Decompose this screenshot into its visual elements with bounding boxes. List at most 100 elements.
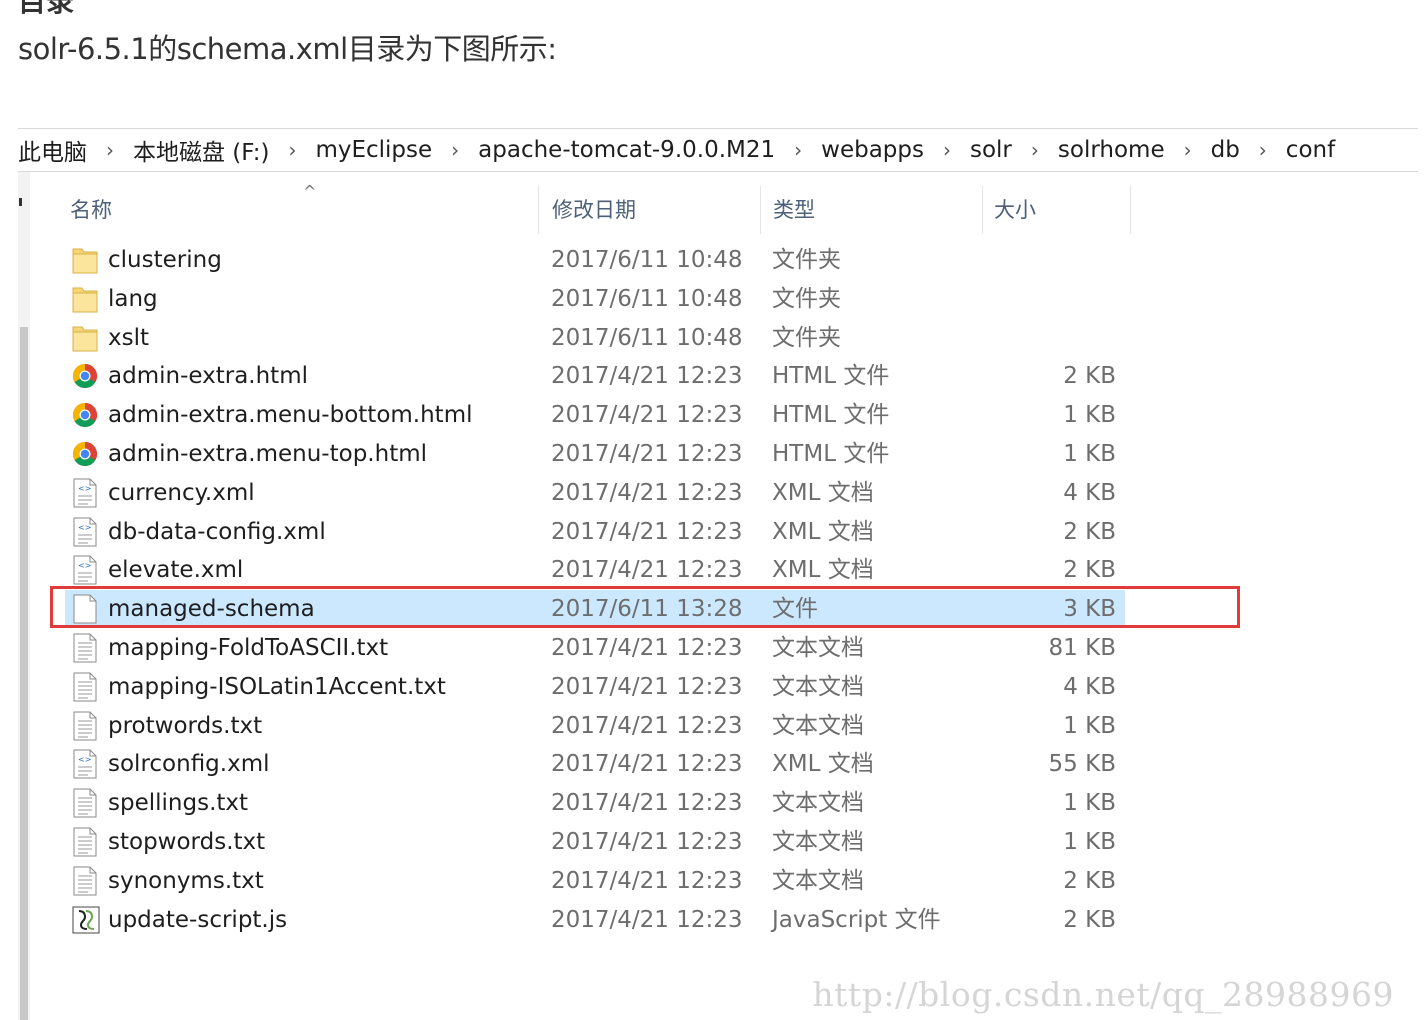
file-name[interactable]: mapping-ISOLatin1Accent.txt bbox=[108, 668, 446, 707]
chevron-right-icon[interactable]: › bbox=[924, 138, 970, 162]
file-row[interactable]: managed-schema 2017/6/11 13:28 文件 3 KB bbox=[30, 586, 1428, 629]
file-date: 2017/4/21 12:23 bbox=[551, 867, 743, 894]
column-header-name[interactable]: 名称 bbox=[70, 172, 112, 234]
file-name[interactable]: admin-extra.html bbox=[108, 357, 308, 396]
file-row[interactable]: <> db-data-config.xml 2017/4/21 12:23 XML 文… bbox=[30, 513, 1428, 552]
file-type: HTML 文件 bbox=[772, 402, 890, 429]
file-size: 2 KB bbox=[1063, 557, 1116, 584]
column-divider[interactable] bbox=[538, 186, 539, 234]
file-row[interactable]: mapping-FoldToASCII.txt 2017/4/21 12:23 文本… bbox=[30, 629, 1428, 668]
breadcrumb-item[interactable]: 此电脑 bbox=[18, 133, 87, 167]
file-date: 2017/4/21 12:23 bbox=[551, 441, 743, 467]
chevron-right-icon[interactable]: › bbox=[432, 138, 478, 162]
file-row[interactable]: admin-extra.menu-bottom.html 2017/4/21 12… bbox=[30, 396, 1428, 435]
xml-file-icon: <> bbox=[72, 478, 98, 508]
file-row[interactable]: update-script.js 2017/4/21 12:23 JavaScrip… bbox=[30, 901, 1428, 940]
file-row[interactable]: synonyms.txt 2017/4/21 12:23 文本文档 2 KB bbox=[30, 862, 1428, 901]
file-name[interactable]: synonyms.txt bbox=[108, 862, 264, 901]
file-name[interactable]: xslt bbox=[108, 319, 149, 358]
file-row[interactable]: admin-extra.html 2017/4/21 12:23 HTML 文件 2 … bbox=[30, 357, 1428, 396]
file-date: 2017/6/11 10:48 bbox=[551, 247, 743, 273]
breadcrumb-item[interactable]: 本地磁盘 (F:) bbox=[133, 133, 269, 167]
chevron-right-icon[interactable]: › bbox=[1012, 138, 1058, 162]
file-row[interactable]: admin-extra.menu-top.html 2017/4/21 12:23… bbox=[30, 435, 1428, 474]
file-name[interactable]: mapping-FoldToASCII.txt bbox=[108, 629, 388, 668]
file-name[interactable]: elevate.xml bbox=[108, 551, 243, 590]
file-type: JavaScript 文件 bbox=[772, 906, 941, 933]
file-date: 2017/4/21 12:23 bbox=[551, 906, 743, 933]
file-date: 2017/4/21 12:23 bbox=[551, 790, 743, 817]
file-name[interactable]: admin-extra.menu-bottom.html bbox=[108, 396, 473, 435]
column-header-size[interactable]: 大小 bbox=[994, 172, 1036, 234]
file-date: 2017/4/21 12:23 bbox=[551, 712, 743, 739]
svg-text:<>: <> bbox=[78, 561, 91, 570]
chevron-right-icon[interactable]: › bbox=[1240, 138, 1286, 162]
file-row[interactable]: stopwords.txt 2017/4/21 12:23 文本文档 1 KB bbox=[30, 823, 1428, 862]
file-type: 文本文档 bbox=[772, 867, 864, 894]
file-name[interactable]: lang bbox=[108, 280, 158, 319]
file-row[interactable]: <> solrconfig.xml 2017/4/21 12:23 XML 文档 55 … bbox=[30, 745, 1428, 784]
chevron-right-icon[interactable]: › bbox=[87, 138, 133, 162]
file-date: 2017/4/21 12:23 bbox=[551, 518, 743, 545]
file-row[interactable]: xslt 2017/6/11 10:48 文件夹 bbox=[30, 319, 1428, 358]
column-divider[interactable] bbox=[760, 186, 761, 234]
article-heading: 目录 bbox=[18, 0, 75, 18]
text-file-icon bbox=[72, 827, 98, 857]
file-name[interactable]: update-script.js bbox=[108, 901, 287, 940]
breadcrumb: 此电脑 › 本地磁盘 (F:) › myEclipse › apache-tomcat-9.… bbox=[18, 130, 1418, 170]
folder-icon bbox=[72, 245, 98, 275]
breadcrumb-item[interactable]: conf bbox=[1286, 137, 1335, 163]
file-name[interactable]: stopwords.txt bbox=[108, 823, 265, 862]
column-header-date[interactable]: 修改日期 bbox=[552, 172, 636, 234]
file-size: 1 KB bbox=[1063, 829, 1116, 855]
file-name[interactable]: currency.xml bbox=[108, 474, 255, 513]
file-name[interactable]: spellings.txt bbox=[108, 784, 248, 823]
file-row[interactable]: clustering 2017/6/11 10:48 文件夹 bbox=[30, 241, 1428, 280]
divider bbox=[18, 128, 1418, 129]
file-date: 2017/4/21 12:23 bbox=[551, 557, 743, 584]
file-date: 2017/6/11 10:48 bbox=[551, 285, 743, 312]
file-name[interactable]: admin-extra.menu-top.html bbox=[108, 435, 427, 474]
file-size: 4 KB bbox=[1063, 673, 1116, 700]
text-file-icon bbox=[72, 633, 98, 663]
file-type: 文本文档 bbox=[772, 673, 864, 700]
column-header-type[interactable]: 类型 bbox=[773, 172, 815, 234]
navigation-pane-scrollbar[interactable] bbox=[18, 172, 30, 1020]
file-date: 2017/4/21 12:23 bbox=[551, 673, 743, 700]
file-date: 2017/4/21 12:23 bbox=[551, 751, 743, 778]
file-row[interactable]: <> currency.xml 2017/4/21 12:23 XML 文档 4 KB bbox=[30, 474, 1428, 513]
scrollbar-thumb[interactable] bbox=[20, 327, 28, 1020]
breadcrumb-item[interactable]: solr bbox=[970, 137, 1012, 163]
file-name[interactable]: db-data-config.xml bbox=[108, 513, 326, 552]
article-caption: solr-6.5.1的schema.xml目录为下图所示: bbox=[18, 32, 557, 66]
file-size bbox=[992, 280, 1116, 319]
breadcrumb-item[interactable]: apache-tomcat-9.0.0.M21 bbox=[478, 137, 775, 163]
breadcrumb-item[interactable]: webapps bbox=[821, 137, 924, 163]
file-name[interactable]: managed-schema bbox=[108, 590, 315, 629]
chevron-right-icon[interactable]: › bbox=[775, 138, 821, 162]
text-file-icon bbox=[72, 866, 98, 896]
breadcrumb-item[interactable]: solrhome bbox=[1058, 137, 1165, 163]
file-row[interactable]: mapping-ISOLatin1Accent.txt 2017/4/21 12:… bbox=[30, 668, 1428, 707]
file-type: 文件夹 bbox=[772, 285, 841, 312]
text-file-icon bbox=[72, 711, 98, 741]
column-divider[interactable] bbox=[1130, 186, 1131, 234]
chevron-right-icon[interactable]: › bbox=[1165, 138, 1211, 162]
text-file-icon bbox=[72, 788, 98, 818]
file-name[interactable]: protwords.txt bbox=[108, 707, 262, 746]
file-row[interactable]: spellings.txt 2017/4/21 12:23 文本文档 1 KB bbox=[30, 784, 1428, 823]
file-row[interactable]: <> elevate.xml 2017/4/21 12:23 XML 文档 2 KB bbox=[30, 551, 1428, 590]
file-type: 文件夹 bbox=[772, 247, 841, 273]
column-divider[interactable] bbox=[982, 186, 983, 234]
breadcrumb-item[interactable]: myEclipse bbox=[315, 137, 432, 163]
file-name[interactable]: clustering bbox=[108, 241, 222, 280]
file-size: 1 KB bbox=[1063, 402, 1116, 429]
file-size bbox=[992, 241, 1116, 280]
file-size: 3 KB bbox=[1063, 596, 1116, 623]
file-name[interactable]: solrconfig.xml bbox=[108, 745, 270, 784]
breadcrumb-item[interactable]: db bbox=[1211, 137, 1240, 163]
chevron-right-icon[interactable]: › bbox=[269, 138, 315, 162]
file-row[interactable]: protwords.txt 2017/4/21 12:23 文本文档 1 KB bbox=[30, 707, 1428, 746]
file-row[interactable]: lang 2017/6/11 10:48 文件夹 bbox=[30, 280, 1428, 319]
xml-file-icon: <> bbox=[72, 749, 98, 779]
